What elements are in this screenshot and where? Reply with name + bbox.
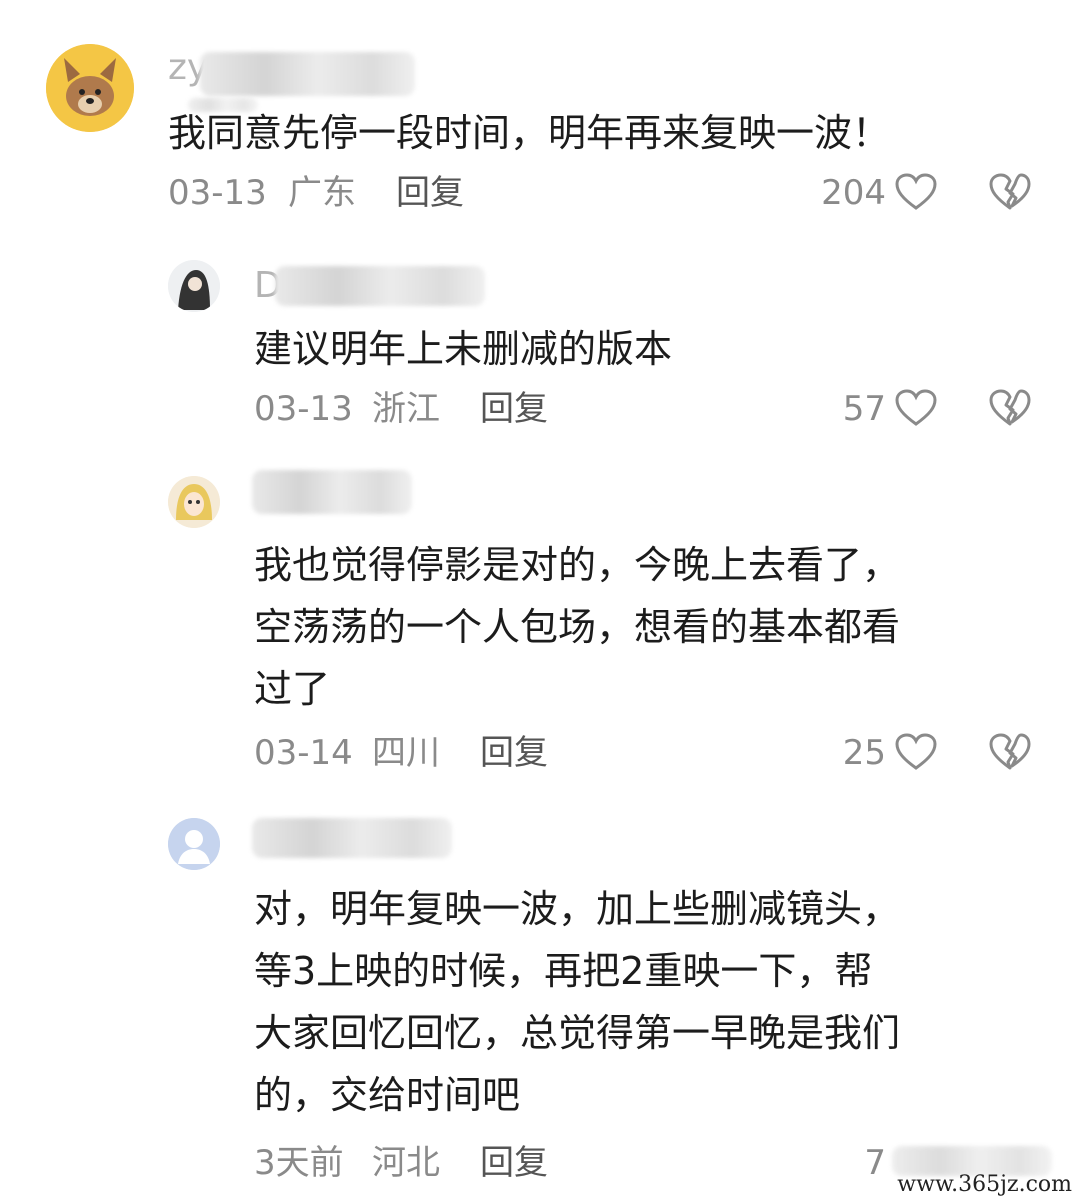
reply-button[interactable]: 回复 <box>396 176 464 210</box>
reply-button[interactable]: 回复 <box>480 392 548 426</box>
like-count: 7 <box>864 1143 886 1183</box>
cartoon-avatar-icon <box>168 476 220 528</box>
comment-date: 03-13 <box>168 173 267 213</box>
comment-region: 广东 <box>288 173 356 213</box>
watermark: www.365jz.com <box>897 1172 1072 1197</box>
broken-heart-icon[interactable] <box>988 172 1032 212</box>
comment-region: 河北 <box>372 1143 440 1183</box>
comment-text: 我也觉得停影是对的，今晚上去看了， 空荡荡的一个人包场，想看的基本都看 过了 <box>254 543 901 711</box>
heart-outline-icon[interactable] <box>894 172 938 212</box>
heart-outline-icon[interactable] <box>894 388 938 428</box>
comment-text: 我同意先停一段时间，明年再来复映一波！ <box>168 111 891 155</box>
username-blur <box>200 52 415 96</box>
heart-outline-icon[interactable] <box>894 732 938 772</box>
comment-date: 3天前 <box>254 1143 344 1183</box>
broken-heart-icon[interactable] <box>988 732 1032 772</box>
username-blur <box>275 266 485 306</box>
like-count: 25 <box>842 733 886 773</box>
broken-heart-icon[interactable] <box>988 388 1032 428</box>
avatar[interactable] <box>168 818 220 870</box>
avatar[interactable] <box>168 260 220 312</box>
comment-region: 浙江 <box>372 389 440 429</box>
comment-date: 03-14 <box>254 733 353 773</box>
reply-button[interactable]: 回复 <box>480 736 548 770</box>
comment-text: 建议明年上未删减的版本 <box>254 327 673 371</box>
comment-region: 四川 <box>372 733 440 773</box>
reply-button[interactable]: 回复 <box>480 1146 548 1180</box>
like-count: 57 <box>842 389 886 429</box>
username-blur <box>252 470 412 514</box>
comment-date: 03-13 <box>254 389 353 429</box>
avatar[interactable] <box>168 476 220 528</box>
dog-avatar-icon <box>46 44 134 132</box>
comment-text: 对，明年复映一波，加上些删减镜头， 等3上映的时候，再把2重映一下，帮 大家回忆… <box>254 887 901 1117</box>
username-blur <box>252 818 452 858</box>
default-avatar-icon <box>168 818 220 870</box>
like-count: 204 <box>821 173 886 213</box>
avatar[interactable] <box>46 44 134 132</box>
portrait-avatar-icon <box>168 260 220 312</box>
